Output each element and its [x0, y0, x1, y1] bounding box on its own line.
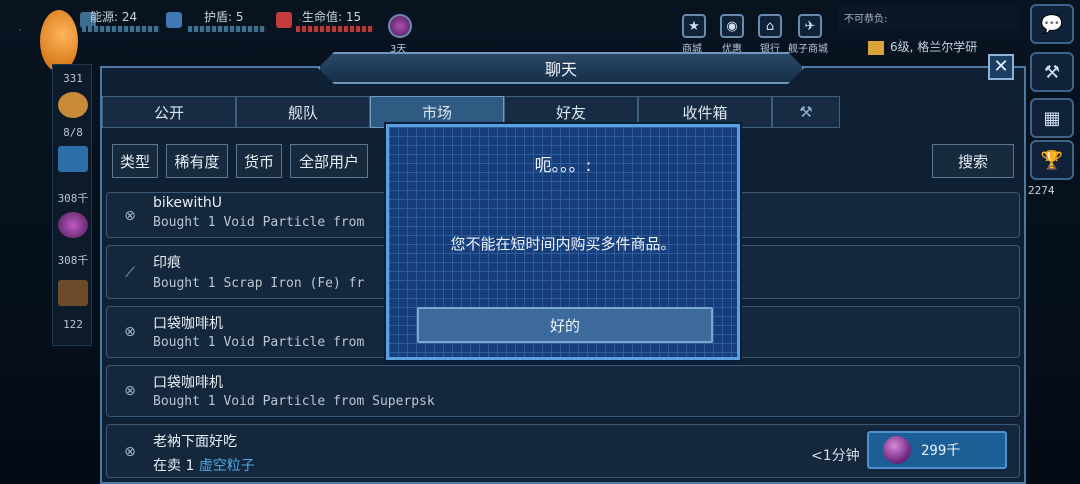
health-bar [296, 26, 374, 32]
search-button[interactable]: 搜索 [932, 144, 1014, 178]
crate-icon [58, 280, 88, 306]
quest-text: 6级, 格兰尔学研 [890, 40, 978, 54]
notice-text: 不可恭负: [838, 6, 1020, 30]
message-text: Bought 1 Void Particle from [153, 215, 365, 230]
quest-icon [868, 40, 884, 55]
message-text: Bought 1 Void Particle from [153, 335, 365, 350]
map-icon: ▦ [1043, 107, 1061, 129]
player-avatar[interactable] [40, 10, 78, 72]
build-button[interactable]: ⚒ [1030, 52, 1074, 92]
energy-label: 能源: 24 [90, 10, 138, 24]
message-user: 印痕 [153, 255, 181, 271]
void-particle-icon [58, 212, 88, 238]
crystal-icon [58, 146, 88, 172]
alert-dialog: 呃。。。: 您不能在短时间内购买多件商品。 好的 [386, 124, 740, 360]
message-text: Bought 1 Void Particle from Superpsk [153, 394, 435, 409]
sell-prefix: 在卖 1 [153, 458, 195, 474]
ship-shop-button[interactable]: ✈ [798, 14, 822, 38]
tab-fleet[interactable]: 舰队 [236, 96, 370, 128]
resource-value-2: 8/8 [63, 126, 83, 139]
message-text: Bought 1 Scrap Iron (Fe) fr [153, 276, 365, 291]
leaderboard-button[interactable]: 🏆 [1030, 140, 1074, 180]
message-text: 在卖 1 虚空粒子 [153, 455, 255, 475]
speech-bubble-icon: 💬 [1040, 13, 1064, 35]
buy-button[interactable]: 299千 [867, 431, 1007, 469]
tab-public[interactable]: 公开 [102, 96, 236, 128]
filter-currency-button[interactable]: 货币 [236, 144, 282, 178]
message-user: bikewithU [153, 195, 222, 211]
trade-icon: ⊗ [124, 324, 136, 340]
shield-label: 护盾: 5 [204, 10, 244, 24]
list-item[interactable]: ⊗ 口袋咖啡机 Bought 1 Void Particle from Supe… [106, 365, 1020, 417]
message-user: 老衲下面好吃 [153, 434, 237, 450]
message-time: <1分钟 [811, 448, 860, 464]
filter-rarity-button[interactable]: 稀有度 [166, 144, 228, 178]
heart-icon [276, 12, 292, 28]
planet-icon[interactable] [388, 14, 412, 38]
bank-icon: ⌂ [765, 18, 775, 34]
price-label: 299千 [921, 443, 961, 459]
quest-tracker[interactable]: 6级, 格兰尔学研 [868, 38, 977, 55]
resource-value-5: 122 [63, 318, 83, 331]
close-icon: ✕ [993, 56, 1009, 77]
ship-icon: ✈ [804, 18, 816, 34]
shop-button[interactable]: ★ [682, 14, 706, 38]
hammer-icon: ⚒ [1043, 61, 1061, 83]
message-user: 口袋咖啡机 [153, 375, 223, 391]
ok-button[interactable]: 好的 [417, 307, 713, 343]
list-item[interactable]: ⊗ 老衲下面好吃 在卖 1 虚空粒子 <1分钟 299千 [106, 424, 1020, 478]
resource-value-1: 331 [63, 72, 83, 85]
close-button[interactable]: ✕ [988, 54, 1014, 80]
filter-users-button[interactable]: 全部用户 [290, 144, 368, 178]
tab-tools[interactable]: ⚒ [772, 96, 840, 128]
ship-shop-label: 舰子商城 [788, 44, 828, 55]
resource-value-4: 308千 [57, 254, 89, 267]
trophy-value: 2274 [1028, 184, 1055, 197]
chat-title: 聊天 [318, 52, 804, 84]
credits-icon [58, 92, 88, 118]
tag-icon: ◉ [726, 18, 738, 34]
trade-icon: ⊗ [124, 444, 136, 460]
dialog-title: 呃。。。: [534, 156, 592, 176]
deals-button[interactable]: ◉ [720, 14, 744, 38]
trade-icon: ⊗ [124, 383, 136, 399]
message-user: 口袋咖啡机 [153, 316, 223, 332]
chat-button[interactable]: 💬 [1030, 4, 1074, 44]
health-label: 生命值: 15 [302, 10, 362, 24]
shield-icon [166, 12, 182, 28]
hammer-icon: ⚒ [799, 103, 813, 121]
item-link[interactable]: 虚空粒子 [199, 458, 255, 474]
energy-bar [82, 26, 160, 32]
map-button[interactable]: ▦ [1030, 98, 1074, 138]
filter-type-button[interactable]: 类型 [112, 144, 158, 178]
resource-value-3: 308千 [57, 192, 89, 205]
trade-icon: ⊗ [124, 208, 136, 224]
scrap-icon: ⟋ [125, 265, 135, 281]
bank-button[interactable]: ⌂ [758, 14, 782, 38]
void-particle-icon [883, 436, 911, 464]
trophy-icon: 🏆 [1040, 149, 1064, 171]
shield-bar [188, 26, 266, 32]
star-icon: ★ [688, 18, 700, 34]
dialog-message: 您不能在短时间内购买多件商品。 [450, 235, 676, 253]
